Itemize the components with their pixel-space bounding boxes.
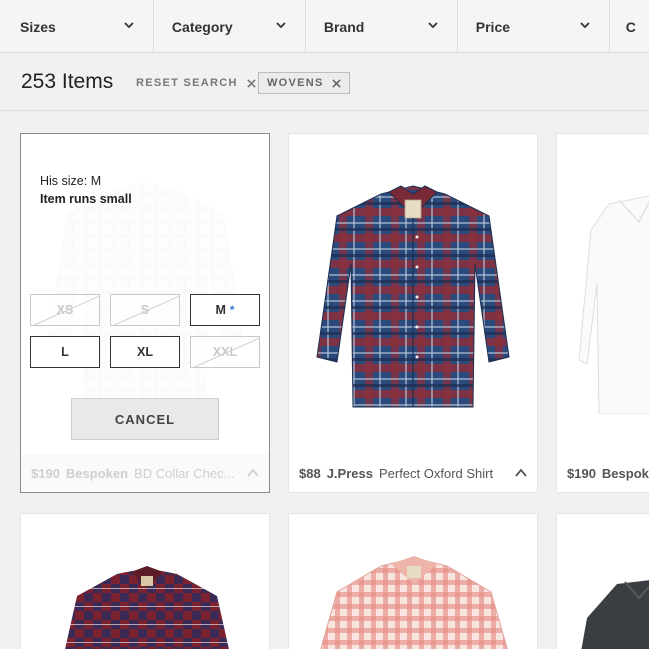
- size-option-xs: XS: [30, 294, 100, 326]
- product-name: BD Collar Chec...: [134, 465, 235, 481]
- filter-brand-label: Brand: [323, 18, 365, 35]
- filter-brand[interactable]: Brand: [306, 0, 458, 53]
- product-card[interactable]: [288, 513, 538, 649]
- recommended-marker: *: [229, 303, 235, 317]
- size-label: XL: [137, 345, 153, 359]
- filter-category-label: Category: [171, 18, 233, 35]
- filter-tag-wovens[interactable]: WOVENS: [258, 72, 350, 94]
- product-info: $190 Bespoken BD Collar Chec...: [21, 454, 269, 492]
- filter-tag-label: WOVENS: [267, 77, 324, 89]
- size-label: S: [140, 303, 150, 317]
- filter-category[interactable]: Category: [154, 0, 306, 53]
- product-card[interactable]: His size: M Item runs small XS S M * L XL…: [20, 133, 270, 493]
- product-brand: Bespok: [601, 465, 649, 481]
- product-card[interactable]: [20, 513, 270, 649]
- cancel-button[interactable]: CANCEL: [71, 398, 219, 440]
- product-image: [65, 566, 229, 649]
- chevron-down-icon: [276, 22, 286, 29]
- product-brand: J.Press: [326, 465, 373, 481]
- filter-color[interactable]: C: [610, 0, 649, 53]
- product-price: $190: [567, 465, 596, 481]
- product-brand: Bespoken: [65, 465, 129, 481]
- size-option-s: S: [110, 294, 180, 326]
- size-label: XS: [56, 303, 74, 317]
- filter-bar: Sizes Category Brand Price C: [0, 0, 649, 53]
- product-info: $88 J.Press Perfect Oxford Shirt: [289, 454, 537, 492]
- his-size-text: His size: M: [40, 174, 102, 188]
- reset-search-button[interactable]: RESET SEARCH: [136, 77, 256, 89]
- chevron-up-icon[interactable]: [515, 468, 527, 477]
- product-image: [579, 195, 649, 414]
- size-option-xl[interactable]: XL: [110, 336, 180, 368]
- product-price: $88: [299, 465, 321, 481]
- filter-sizes-label: Sizes: [20, 18, 56, 35]
- product-price: $190: [31, 465, 60, 481]
- product-image: [581, 580, 649, 649]
- product-info: $190 Bespok: [557, 454, 649, 492]
- product-card[interactable]: $88 J.Press Perfect Oxford Shirt: [288, 133, 538, 493]
- close-icon: [247, 78, 256, 88]
- size-option-m[interactable]: M *: [190, 294, 260, 326]
- size-option-l[interactable]: L: [30, 336, 100, 368]
- size-label: XXL: [212, 345, 238, 359]
- product-image: [316, 185, 510, 408]
- remove-tag-icon: [332, 78, 341, 88]
- chevron-down-icon: [124, 22, 134, 29]
- fit-note-text: Item runs small: [40, 192, 132, 206]
- filter-sizes[interactable]: Sizes: [0, 0, 154, 53]
- size-label: M: [215, 303, 226, 317]
- product-name: Perfect Oxford Shirt: [378, 465, 494, 481]
- size-picker-overlay: His size: M Item runs small XS S M * L XL…: [21, 134, 269, 454]
- chevron-down-icon: [428, 22, 438, 29]
- reset-search-label: RESET SEARCH: [136, 77, 238, 89]
- chevron-down-icon: [580, 22, 590, 29]
- filter-price[interactable]: Price: [458, 0, 610, 53]
- filter-price-label: Price: [475, 18, 511, 35]
- filter-color-label: C: [625, 18, 636, 35]
- results-count: 253 Items: [21, 70, 114, 93]
- product-image: [320, 556, 508, 649]
- chevron-up-icon[interactable]: [247, 468, 259, 477]
- product-card[interactable]: [556, 513, 649, 649]
- product-card[interactable]: $190 Bespok: [556, 133, 649, 493]
- size-note: His size: M Item runs small: [40, 172, 132, 208]
- size-option-xxl: XXL: [190, 336, 260, 368]
- size-label: L: [61, 345, 69, 359]
